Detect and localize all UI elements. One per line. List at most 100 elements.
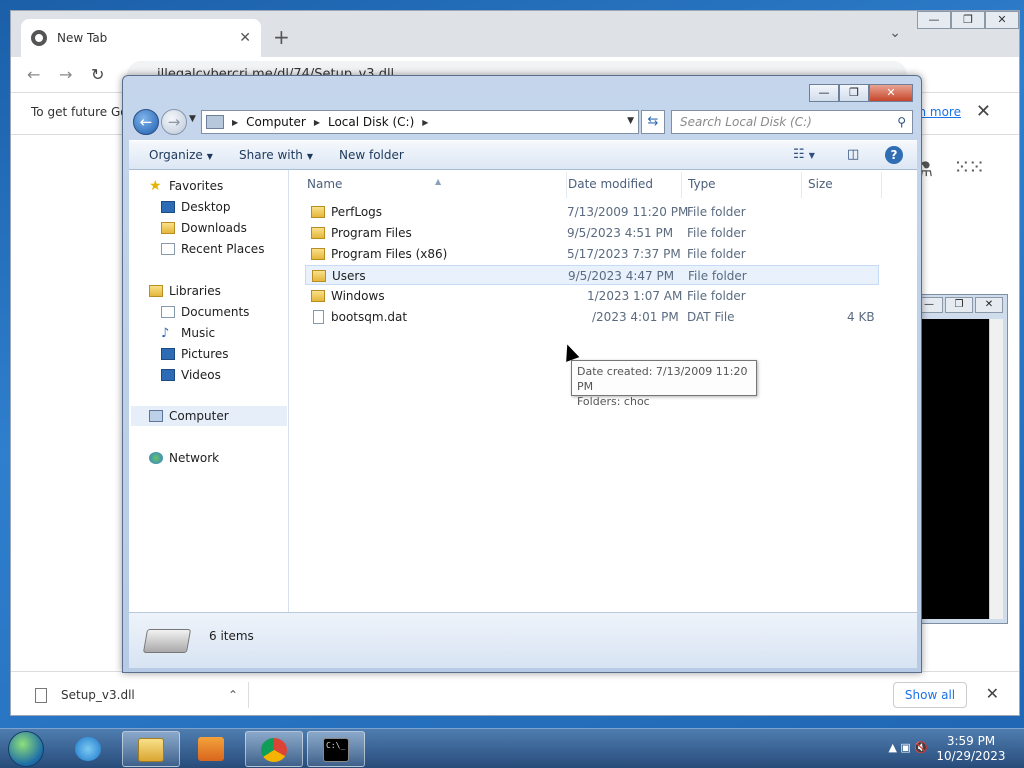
item-count: 6 items bbox=[209, 629, 254, 643]
explorer-maximize-button[interactable]: ❐ bbox=[839, 84, 869, 102]
nav-network[interactable]: Network bbox=[149, 448, 219, 468]
search-placeholder: Search Local Disk (C:) bbox=[680, 115, 812, 129]
network-icon bbox=[149, 452, 163, 464]
address-dropdown-icon[interactable]: ▼ bbox=[627, 116, 634, 126]
new-tab-button[interactable]: + bbox=[273, 25, 290, 49]
documents-icon bbox=[161, 306, 175, 318]
console-scrollbar[interactable] bbox=[989, 319, 1003, 619]
search-icon[interactable]: ⚲ bbox=[897, 115, 906, 129]
view-options-icon[interactable]: ☷ ▼ bbox=[793, 147, 815, 162]
file-type: File folder bbox=[687, 247, 746, 261]
share-with-button[interactable]: Share with ▼ bbox=[239, 148, 313, 162]
videos-icon bbox=[161, 369, 175, 381]
nav-label: Computer bbox=[169, 409, 229, 423]
file-list: Name ▲ Date modified Type Size PerfLogs … bbox=[295, 170, 917, 612]
breadcrumb-separator-icon[interactable]: ▶ bbox=[314, 118, 320, 127]
new-folder-button[interactable]: New folder bbox=[339, 148, 404, 162]
console-close-button[interactable]: ✕ bbox=[975, 297, 1003, 313]
file-row-hovered[interactable]: Users 9/5/2023 4:47 PM File folder bbox=[305, 265, 879, 285]
nav-pictures[interactable]: Pictures bbox=[161, 344, 229, 364]
breadcrumb-separator-icon[interactable]: ▶ bbox=[422, 118, 428, 127]
console-screen[interactable] bbox=[921, 319, 991, 619]
chevron-down-icon: ▼ bbox=[206, 152, 213, 161]
nav-label: Documents bbox=[181, 305, 250, 319]
refresh-icon[interactable]: ⇆ bbox=[641, 110, 665, 134]
chevron-down-icon: ▼ bbox=[306, 152, 314, 161]
explorer-close-button[interactable]: ✕ bbox=[869, 84, 913, 102]
tab-search-button[interactable]: ⌄ bbox=[889, 25, 901, 41]
tab-close-icon[interactable]: ✕ bbox=[239, 30, 251, 46]
file-row[interactable]: Windows 1/2023 1:07 AM File folder bbox=[305, 286, 879, 306]
organize-label: Organize bbox=[149, 148, 203, 162]
file-type: File folder bbox=[687, 226, 746, 240]
folder-icon bbox=[311, 206, 325, 218]
column-header-size[interactable]: Size bbox=[802, 172, 882, 198]
folder-icon bbox=[312, 270, 326, 282]
taskbar-clock[interactable]: 3:59 PM 10/29/2023 bbox=[936, 734, 1006, 764]
nav-desktop[interactable]: Desktop bbox=[161, 197, 231, 217]
breadcrumb-computer[interactable]: Computer bbox=[246, 115, 306, 129]
file-date: 7/13/2009 11:20 PM bbox=[567, 205, 689, 219]
tray-icons[interactable]: ▲ ▣ 🔇 bbox=[888, 741, 928, 754]
nav-documents[interactable]: Documents bbox=[161, 302, 249, 322]
computer-icon bbox=[206, 115, 224, 129]
nav-computer[interactable]: Computer bbox=[131, 406, 287, 426]
address-breadcrumb[interactable]: ▶ Computer ▶ Local Disk (C:) ▶ ▼ bbox=[201, 110, 639, 134]
reload-icon[interactable]: ↻ bbox=[91, 65, 104, 84]
file-row[interactable]: Program Files 9/5/2023 4:51 PM File fold… bbox=[305, 223, 879, 243]
nav-downloads[interactable]: Downloads bbox=[161, 218, 247, 238]
breadcrumb-separator-icon[interactable]: ▶ bbox=[232, 118, 238, 127]
start-button[interactable] bbox=[8, 731, 44, 767]
show-all-button[interactable]: Show all bbox=[893, 682, 967, 708]
column-header-name[interactable]: Name ▲ bbox=[301, 172, 567, 198]
taskbar-console[interactable]: C:\_ bbox=[307, 731, 365, 767]
history-dropdown-icon[interactable]: ▼ bbox=[189, 114, 196, 124]
file-row[interactable]: PerfLogs 7/13/2009 11:20 PM File folder bbox=[305, 202, 879, 222]
nav-label: Music bbox=[181, 326, 216, 340]
nav-label: Desktop bbox=[181, 200, 231, 214]
downloads-folder-icon bbox=[161, 222, 175, 234]
tab-new-tab[interactable]: New Tab ✕ bbox=[21, 19, 261, 57]
forward-arrow-icon[interactable]: → bbox=[59, 65, 72, 84]
download-bar-close-icon[interactable]: ✕ bbox=[986, 684, 999, 703]
back-button[interactable]: ← bbox=[133, 109, 159, 135]
taskbar-media-player[interactable] bbox=[183, 731, 241, 767]
file-type: DAT File bbox=[687, 310, 735, 324]
learn-more-link[interactable]: n more bbox=[918, 105, 961, 119]
chrome-close-button[interactable]: ✕ bbox=[985, 11, 1019, 29]
download-item[interactable]: Setup_v3.dll ⌃ bbox=[35, 682, 249, 708]
file-icon bbox=[35, 687, 47, 703]
preview-pane-icon[interactable]: ◫ bbox=[847, 147, 859, 162]
chevron-up-icon[interactable]: ⌃ bbox=[228, 688, 238, 702]
chrome-minimize-button[interactable]: — bbox=[917, 11, 951, 29]
apps-grid-icon[interactable]: ⁙⁙ bbox=[953, 155, 984, 179]
nav-videos[interactable]: Videos bbox=[161, 365, 221, 385]
taskbar-explorer[interactable] bbox=[122, 731, 180, 767]
column-header-type[interactable]: Type bbox=[682, 172, 802, 198]
console-maximize-button[interactable]: ❐ bbox=[945, 297, 973, 313]
navigation-row: ← → ▼ ▶ Computer ▶ Local Disk (C:) ▶ ▼ ⇆… bbox=[131, 108, 915, 136]
breadcrumb-local-disk[interactable]: Local Disk (C:) bbox=[328, 115, 414, 129]
nav-favorites[interactable]: ★ Favorites bbox=[149, 176, 223, 196]
file-row[interactable]: bootsqm.dat /2023 4:01 PM DAT File 4 KB bbox=[305, 307, 879, 327]
forward-button[interactable]: → bbox=[161, 109, 187, 135]
taskbar-chrome[interactable] bbox=[245, 731, 303, 767]
details-pane: 6 items bbox=[129, 612, 917, 668]
nav-libraries[interactable]: Libraries bbox=[149, 281, 221, 301]
back-arrow-icon[interactable]: ← bbox=[27, 65, 40, 84]
hard-drive-icon bbox=[142, 629, 192, 653]
chrome-maximize-button[interactable]: ❐ bbox=[951, 11, 985, 29]
file-row[interactable]: Program Files (x86) 5/17/2023 7:37 PM Fi… bbox=[305, 244, 879, 264]
column-header-date-modified[interactable]: Date modified bbox=[562, 172, 682, 198]
nav-recent-places[interactable]: Recent Places bbox=[161, 239, 264, 259]
organize-button[interactable]: Organize ▼ bbox=[149, 148, 213, 162]
media-player-icon bbox=[198, 737, 224, 761]
help-icon[interactable]: ? bbox=[885, 146, 903, 164]
explorer-minimize-button[interactable]: — bbox=[809, 84, 839, 102]
info-bar-close-icon[interactable]: ✕ bbox=[976, 101, 991, 122]
desktop-icon bbox=[161, 201, 175, 213]
search-box[interactable]: Search Local Disk (C:) ⚲ bbox=[671, 110, 913, 134]
taskbar-internet-explorer[interactable] bbox=[60, 731, 118, 767]
nav-music[interactable]: ♪ Music bbox=[161, 323, 215, 343]
folder-icon bbox=[311, 248, 325, 260]
